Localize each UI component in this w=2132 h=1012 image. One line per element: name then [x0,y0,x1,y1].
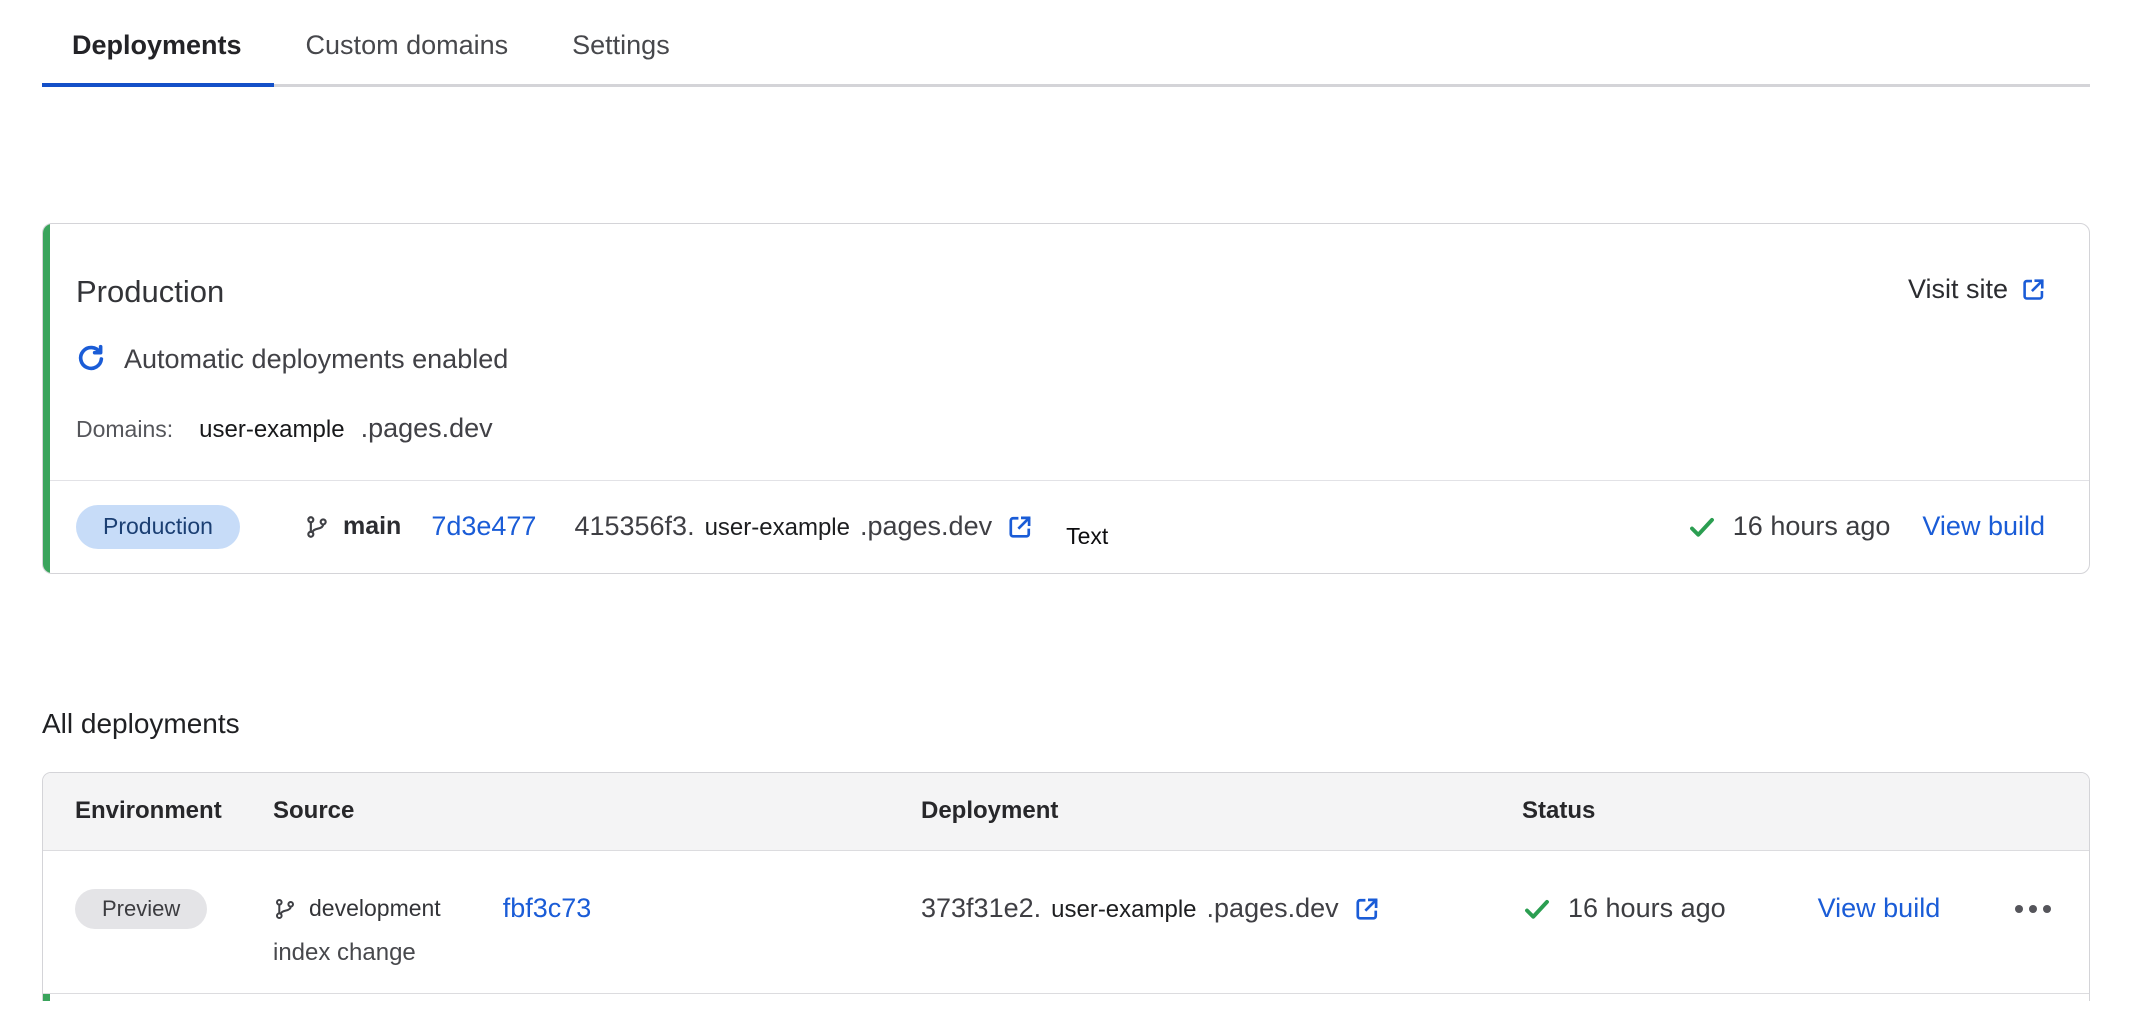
refresh-icon [76,344,106,374]
column-header-source: Source [273,797,921,825]
deployment-url[interactable]: 373f31e2. user-example .pages.dev [921,893,1381,924]
branch-group: main [304,512,401,541]
tab-deployments[interactable]: Deployments [42,30,274,87]
domains-label: Domains: [76,416,173,443]
success-check-icon [1522,894,1552,924]
all-deployments-heading: All deployments [42,708,2132,740]
deployment-url-name: user-example [1051,896,1196,924]
production-card: Production Visit site [42,223,2090,574]
column-header-environment: Environment [43,797,273,825]
text-annotation: Text [1066,523,1108,550]
domain-name: user-example [199,416,344,444]
domain-suffix: .pages.dev [361,413,493,444]
production-deployment-row: Production main 7d3e477 415356f3. user-e… [43,481,2089,573]
column-header-status: Status [1522,797,2089,825]
deployment-time: 16 hours ago [1568,893,1726,924]
deployment-url-suffix: .pages.dev [1207,893,1339,924]
external-link-icon [2020,276,2047,303]
environment-badge-preview: Preview [75,889,207,929]
tab-custom-domains[interactable]: Custom domains [274,30,541,87]
branch-name: development [309,895,441,922]
deployment-status: 16 hours ago [1522,893,1726,924]
deployment-url-prefix: 415356f3. [574,511,694,542]
git-branch-icon [304,514,330,540]
production-card-title: Production [76,274,224,310]
environment-badge-production: Production [76,505,240,549]
auto-deployments-text: Automatic deployments enabled [124,344,508,375]
git-branch-icon [273,897,297,921]
branch-group: development [273,895,441,922]
commit-hash-link[interactable]: 7d3e477 [431,511,536,542]
next-row-status-bar [43,994,50,1001]
production-status-bar [43,224,50,573]
table-header-row: Environment Source Deployment Status [43,773,2089,851]
branch-name: main [343,512,401,541]
commit-message: index change [273,939,921,967]
deployment-time: 16 hours ago [1733,511,1891,542]
view-build-link[interactable]: View build [1818,893,1941,924]
external-link-icon[interactable] [1353,895,1381,923]
visit-site-link[interactable]: Visit site [1908,274,2047,305]
commit-hash-link[interactable]: fbf3c73 [503,893,592,924]
row-options-menu-icon[interactable] [2013,897,2053,921]
external-link-icon[interactable] [1006,513,1034,541]
visit-site-label: Visit site [1908,274,2008,305]
deployment-status: 16 hours ago [1687,511,1891,542]
tab-settings[interactable]: Settings [540,30,702,87]
all-deployments-table: Environment Source Deployment Status Pre… [42,772,2090,1001]
deployment-url-suffix: .pages.dev [860,511,992,542]
deployment-url-prefix: 373f31e2. [921,893,1041,924]
deployment-url[interactable]: 415356f3. user-example .pages.dev [574,511,1034,542]
tab-bar: Deployments Custom domains Settings [42,0,2090,87]
column-header-deployment: Deployment [921,797,1522,825]
success-check-icon [1687,512,1717,542]
table-row: Preview deve [43,851,2089,994]
pages-project-page: Deployments Custom domains Settings Prod… [0,0,2132,1012]
deployment-url-name: user-example [705,514,850,542]
view-build-link[interactable]: View build [1922,511,2045,542]
